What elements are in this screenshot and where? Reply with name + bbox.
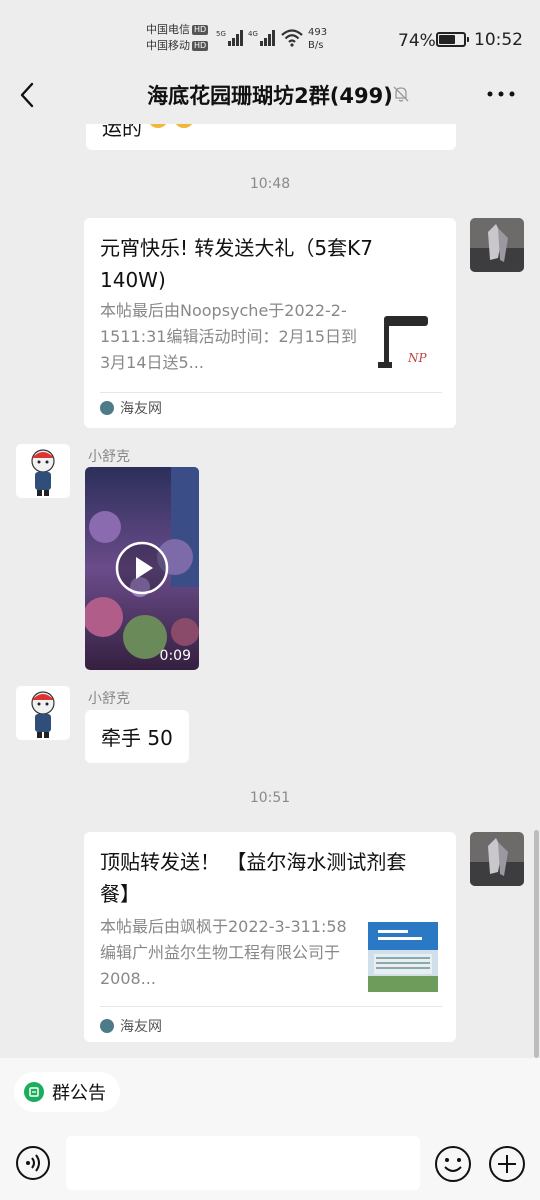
- avatar[interactable]: [470, 218, 524, 272]
- message-list[interactable]: 运的 10:48 元宵快乐! 转发送大礼（5套K7 140W) 本帖最后由Noo…: [0, 124, 540, 1060]
- carrier-2: 中国移动: [146, 39, 190, 52]
- link-card-thumbnail: NP: [368, 312, 438, 382]
- avatar[interactable]: [16, 686, 70, 740]
- source-name: 海友网: [120, 401, 162, 417]
- battery-fill: [439, 35, 455, 44]
- status-bar: 中国电信 HD 中国移动 HD 5G 4G 493 B/s 74% 10:52: [0, 0, 540, 66]
- link-card[interactable]: 元宵快乐! 转发送大礼（5套K7 140W) 本帖最后由Noopsyche于20…: [84, 218, 456, 428]
- net-5g-label: 5G: [216, 30, 226, 38]
- signal-5g-icon: 5G: [216, 30, 243, 46]
- source-icon: [100, 1019, 114, 1033]
- status-time: 10:52: [474, 30, 523, 50]
- carrier-1: 中国电信: [146, 23, 190, 36]
- text-message: 牵手 50: [101, 726, 173, 750]
- signal-4g-icon: 4G: [248, 30, 275, 46]
- link-card-source: 海友网: [100, 398, 162, 418]
- battery-percent: 74%: [398, 31, 436, 51]
- bell-off-icon: [393, 86, 409, 102]
- net-speed-unit: B/s: [308, 40, 324, 51]
- net-speed: 493 B/s: [308, 26, 327, 52]
- hd-badge: HD: [192, 41, 209, 51]
- sender-name: 小舒克: [88, 691, 130, 707]
- group-notice-label: 群公告: [52, 1083, 106, 1104]
- group-notice-button[interactable]: 群公告: [14, 1072, 120, 1112]
- divider: [100, 392, 442, 393]
- link-card[interactable]: 顶贴转发送！ 【益尔海水测试剂套餐】 本帖最后由飒枫于2022-3-311:58…: [84, 832, 456, 1042]
- emoji-icon[interactable]: [434, 1145, 472, 1183]
- avatar-image: [16, 686, 70, 740]
- avatar-image: [16, 444, 70, 498]
- wifi-icon: [281, 29, 303, 47]
- building-image: [368, 922, 438, 992]
- net-speed-value: 493: [308, 27, 328, 38]
- play-icon[interactable]: [115, 541, 169, 595]
- battery-icon: [436, 32, 469, 47]
- link-card-thumbnail: [368, 922, 438, 992]
- voice-icon[interactable]: [15, 1145, 51, 1181]
- source-name: 海友网: [120, 1019, 162, 1035]
- avatar[interactable]: [470, 832, 524, 886]
- text-message-bubble[interactable]: 牵手 50: [85, 710, 189, 763]
- link-card-title: 顶贴转发送！ 【益尔海水测试剂套餐】: [100, 850, 407, 906]
- link-card-title: 元宵快乐! 转发送大礼（5套K7 140W): [100, 236, 373, 292]
- avatar[interactable]: [16, 444, 70, 498]
- avatar-image: [470, 832, 524, 886]
- carrier-info: 中国电信 HD 中国移动 HD: [146, 22, 209, 54]
- lamp-brand-text: NP: [407, 351, 428, 365]
- scrollbar[interactable]: [534, 830, 539, 1058]
- timestamp: 10:48: [249, 176, 291, 192]
- plus-icon[interactable]: [488, 1145, 526, 1183]
- emoji-icon: [150, 124, 192, 128]
- link-card-source: 海友网: [100, 1016, 162, 1036]
- notice-icon: [24, 1082, 44, 1102]
- avatar-image: [470, 218, 524, 272]
- chat-header: 海底花园珊瑚坊2群(499): [0, 66, 540, 124]
- sender-name: 小舒克: [88, 449, 130, 465]
- video-message[interactable]: 0:09: [85, 467, 199, 670]
- source-icon: [100, 401, 114, 415]
- divider: [100, 1006, 442, 1007]
- partial-message-text: 运的: [102, 124, 142, 140]
- video-duration: 0:09: [159, 648, 191, 664]
- timestamp: 10:51: [249, 790, 291, 806]
- hd-badge: HD: [192, 25, 209, 35]
- chat-title: 海底花园珊瑚坊2群(499): [147, 84, 393, 108]
- link-card-desc: 本帖最后由飒枫于2022-3-311:58编辑广州益尔生物工程有限公司于2008…: [100, 917, 347, 988]
- bottom-bar: 群公告: [0, 1058, 540, 1200]
- lamp-image: NP: [368, 312, 438, 382]
- message-input[interactable]: [66, 1136, 420, 1190]
- link-card-desc: 本帖最后由Noopsyche于2022-2-1511:31编辑活动时间：2月15…: [100, 301, 358, 372]
- partial-message-bubble[interactable]: 运的: [86, 124, 456, 150]
- more-dots-icon[interactable]: [486, 88, 516, 100]
- net-4g-label: 4G: [248, 30, 258, 38]
